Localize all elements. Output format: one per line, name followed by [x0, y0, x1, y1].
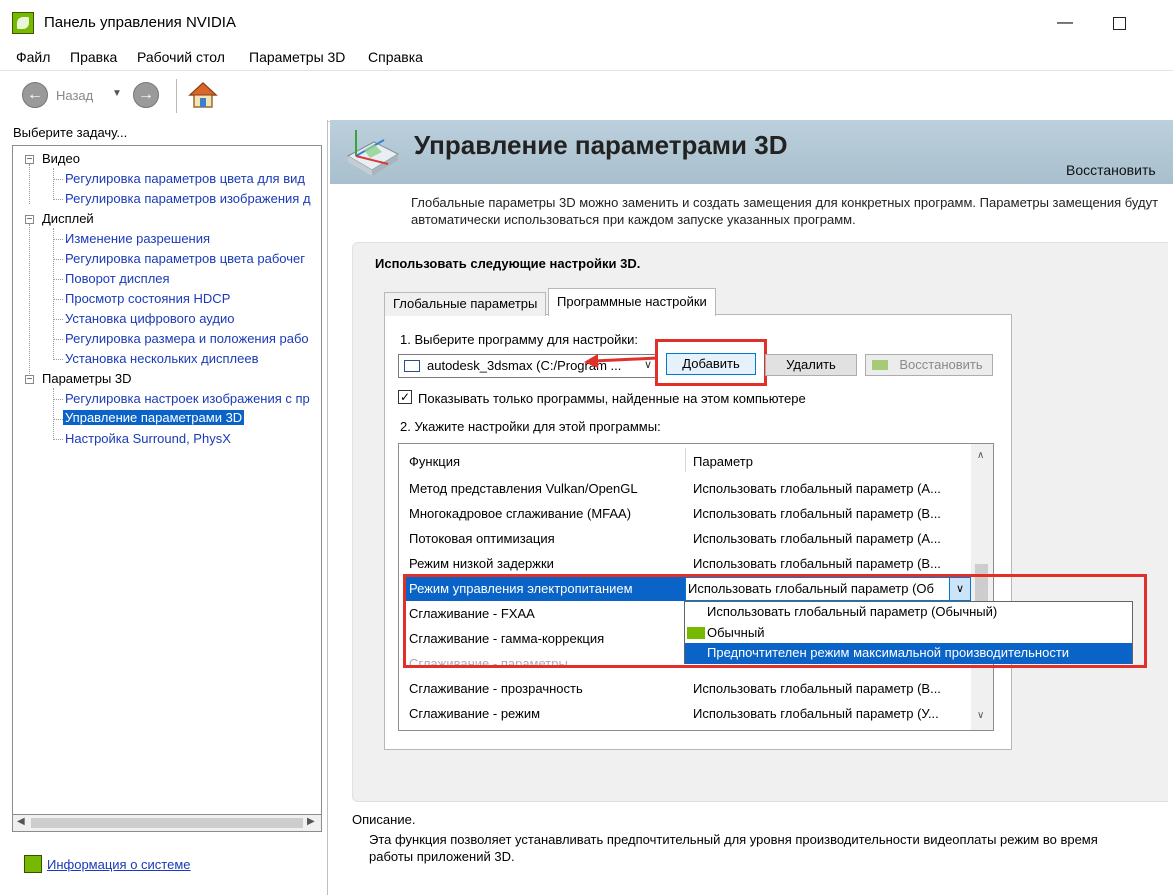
grid-row-function[interactable]: Метод представления Vulkan/OpenGL — [409, 481, 638, 496]
system-info-link[interactable]: Информация о системе — [47, 857, 191, 872]
annotation-arrow-icon — [584, 354, 659, 368]
menu-3d-settings[interactable]: Параметры 3D — [249, 49, 345, 65]
restore-program-button: Восстановить — [865, 354, 993, 376]
tree-item-digital-audio[interactable]: Установка цифрового аудио — [65, 311, 234, 326]
grid-row-value[interactable]: Использовать глобальный параметр (В... — [693, 556, 941, 571]
tree-item-hdcp[interactable]: Просмотр состояния HDCP — [65, 291, 230, 306]
task-tree: − Видео Регулировка параметров цвета для… — [12, 145, 322, 815]
tree-item-desktop-size[interactable]: Регулировка размера и положения рабо — [65, 331, 309, 346]
step1-label: 1. Выберите программу для настройки: — [400, 332, 638, 347]
tab-program-settings[interactable]: Программные настройки — [548, 288, 716, 316]
menu-desktop[interactable]: Рабочий стол — [137, 49, 225, 65]
tree-item-image-settings-preview[interactable]: Регулировка настроек изображения с пр — [65, 391, 310, 406]
grid-row-value[interactable]: Использовать глобальный параметр (А... — [693, 481, 941, 496]
scroll-right-icon[interactable]: ▶ — [307, 816, 315, 827]
scroll-left-icon[interactable]: ◀ — [17, 816, 25, 827]
tree-item-desktop-color[interactable]: Регулировка параметров цвета рабочег — [65, 251, 305, 266]
minimize-button[interactable]: — — [1050, 10, 1080, 36]
scroll-up-icon[interactable]: ∧ — [977, 450, 984, 461]
grid-row-function[interactable]: Режим низкой задержки — [409, 556, 554, 571]
grid-row-function[interactable]: Сглаживание - прозрачность — [409, 681, 583, 696]
tree-item-surround-physx[interactable]: Настройка Surround, PhysX — [65, 431, 231, 446]
tree-item-manage-3d-settings[interactable]: Управление параметрами 3D — [63, 410, 245, 425]
collapse-video-icon[interactable]: − — [25, 155, 34, 165]
forward-arrow-icon[interactable]: → — [133, 82, 159, 108]
3d-settings-header-icon — [346, 130, 400, 176]
grid-row-value[interactable]: Использовать глобальный параметр (В... — [693, 681, 941, 696]
task-heading: Выберите задачу... — [13, 125, 128, 140]
grid-row-value[interactable]: Использовать глобальный параметр (А... — [693, 531, 941, 546]
restore-defaults-link[interactable]: Восстановить — [1066, 162, 1156, 178]
nvidia-restore-icon — [872, 360, 888, 370]
grid-row-function[interactable]: Многокадровое сглаживание (MFAA) — [409, 506, 631, 521]
show-only-label: Показывать только программы, найденные н… — [418, 391, 806, 406]
maximize-button[interactable] — [1104, 10, 1134, 36]
tree-horizontal-scrollbar[interactable]: ◀ ▶ — [12, 815, 322, 832]
back-history-dropdown-icon[interactable]: ▼ — [112, 88, 122, 99]
delete-program-button[interactable]: Удалить — [765, 354, 857, 376]
menu-edit[interactable]: Правка — [70, 49, 117, 65]
grid-row-value[interactable]: Использовать глобальный параметр (В... — [693, 506, 941, 521]
grid-row-value[interactable]: Использовать глобальный параметр (У... — [693, 706, 939, 721]
toolbar: ← Назад ▼ → — [0, 70, 1173, 122]
step2-label: 2. Укажите настройки для этой программы: — [400, 419, 661, 434]
group-heading: Использовать следующие настройки 3D. — [375, 256, 641, 271]
tree-item-video-color[interactable]: Регулировка параметров цвета для вид — [65, 171, 305, 186]
menu-help[interactable]: Справка — [368, 49, 423, 65]
tree-item-change-resolution[interactable]: Изменение разрешения — [65, 231, 210, 246]
nvidia-app-icon — [12, 12, 34, 34]
grid-row-function[interactable]: Сглаживание - режим — [409, 706, 540, 721]
grid-row-function[interactable]: Потоковая оптимизация — [409, 531, 555, 546]
tree-category-display[interactable]: Дисплей — [42, 211, 94, 226]
page-title: Управление параметрами 3D — [414, 130, 788, 160]
collapse-display-icon[interactable]: − — [25, 215, 34, 225]
menu-file[interactable]: Файл — [16, 49, 50, 65]
description-heading: Описание. — [352, 812, 416, 827]
description-body: Эта функция позволяет устанавливать пред… — [369, 832, 1098, 864]
tree-category-3d[interactable]: Параметры 3D — [42, 371, 132, 386]
back-label[interactable]: Назад — [56, 88, 93, 103]
page-description: Глобальные параметры 3D можно заменить и… — [411, 195, 1159, 227]
show-only-checkbox[interactable]: ✓ — [398, 390, 412, 404]
scroll-thumb[interactable] — [31, 818, 303, 828]
program-window-icon — [404, 360, 420, 372]
tree-item-rotate-display[interactable]: Поворот дисплея — [65, 271, 170, 286]
system-info-icon — [24, 855, 42, 873]
tree-item-video-image[interactable]: Регулировка параметров изображения д — [65, 191, 311, 206]
tree-item-manage-3d-label: Управление параметрами 3D — [63, 410, 245, 425]
tree-item-multiple-displays[interactable]: Установка нескольких дисплеев — [65, 351, 259, 366]
tab-global-settings[interactable]: Глобальные параметры — [384, 292, 547, 316]
window-title: Панель управления NVIDIA — [44, 14, 236, 31]
grid-header-parameter: Параметр — [693, 454, 753, 469]
home-icon[interactable] — [188, 81, 218, 109]
tree-category-video[interactable]: Видео — [42, 151, 80, 166]
collapse-3d-icon[interactable]: − — [25, 375, 34, 385]
menu-bar: Файл Правка Рабочий стол Параметры 3D Сп… — [0, 46, 1173, 68]
back-arrow-icon[interactable]: ← — [22, 82, 48, 108]
toolbar-separator — [176, 79, 177, 113]
grid-header-function: Функция — [409, 454, 460, 469]
scroll-down-icon[interactable]: ∨ — [977, 710, 984, 721]
highlight-power-mode — [403, 574, 1147, 668]
highlight-add-button — [655, 339, 767, 386]
restore-program-label: Восстановить — [899, 357, 983, 372]
